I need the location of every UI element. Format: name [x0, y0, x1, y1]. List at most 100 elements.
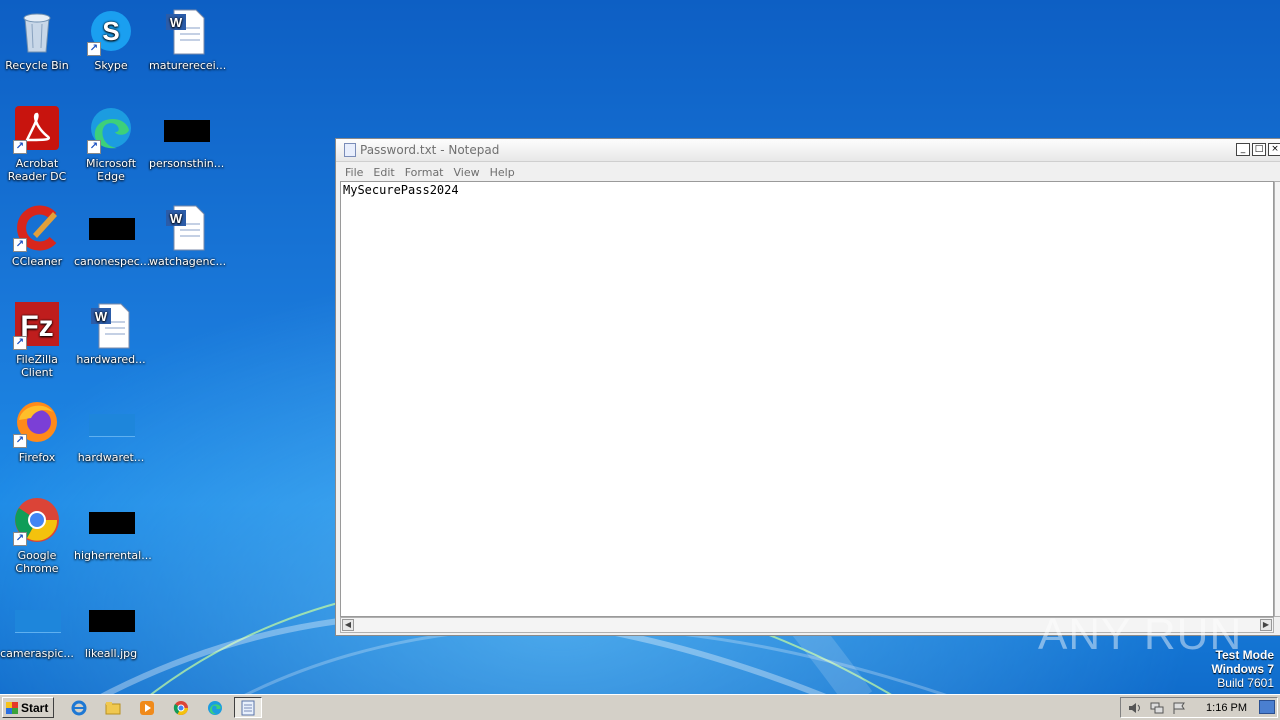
desktop-icon-label: watchagenc...: [149, 255, 227, 268]
desktop-icon-filezilla[interactable]: Fz ↗ FileZilla Client: [0, 302, 74, 379]
desktop-icon-edge[interactable]: ↗ Microsoft Edge: [74, 106, 148, 183]
start-button[interactable]: Start: [2, 697, 54, 718]
menu-format[interactable]: Format: [400, 166, 449, 179]
shortcut-arrow-icon: ↗: [13, 336, 27, 350]
volume-icon[interactable]: [1127, 701, 1143, 715]
maximize-button[interactable]: □: [1252, 143, 1266, 156]
network-icon[interactable]: [1149, 701, 1165, 715]
notepad-window[interactable]: Password.txt - Notepad _ □ × File Edit F…: [335, 138, 1280, 636]
scroll-left-arrow-icon[interactable]: ◀: [342, 619, 354, 631]
desktop-icon-cameraspic[interactable]: cameraspic...: [0, 596, 74, 660]
desktop-icon-higherrental[interactable]: higherrental...: [74, 498, 152, 562]
desktop-icon-label: Firefox: [18, 451, 56, 464]
clock[interactable]: 1:16 PM: [1206, 702, 1247, 714]
taskbar-chrome[interactable]: [170, 697, 192, 718]
desktop-icon-label: canonespec...: [74, 255, 151, 268]
windows-version-line: Windows 7: [1211, 662, 1274, 676]
test-mode-notice: Test Mode Windows 7 Build 7601: [1211, 648, 1274, 690]
windows-logo-icon: [6, 701, 18, 714]
taskbar-media-player[interactable]: [136, 697, 158, 718]
text-editor-area[interactable]: MySecurePass2024: [340, 181, 1274, 617]
desktop-icon-label: CCleaner: [11, 255, 63, 268]
menu-file[interactable]: File: [340, 166, 368, 179]
desktop-icon-firefox[interactable]: ↗ Firefox: [0, 400, 74, 464]
folder-icon: [105, 701, 121, 714]
desktop-icon-ccleaner[interactable]: ↗ CCleaner: [0, 204, 74, 268]
desktop-icon-label: cameraspic...: [0, 647, 74, 660]
internet-explorer-icon: [71, 700, 87, 715]
scroll-right-arrow-icon[interactable]: ▶: [1260, 619, 1272, 631]
svg-text:S: S: [102, 16, 119, 46]
desktop-icon-label: FileZilla Client: [16, 353, 58, 379]
word-document-icon: W: [87, 302, 135, 350]
image-thumbnail-icon: [13, 596, 61, 644]
system-tray: 1:16 PM: [1120, 697, 1278, 718]
desktop-icon-chrome[interactable]: ↗ Google Chrome: [0, 498, 74, 575]
shortcut-arrow-icon: ↗: [87, 140, 101, 154]
desktop-icon-label: Acrobat Reader DC: [7, 157, 67, 183]
menu-edit[interactable]: Edit: [368, 166, 399, 179]
desktop-icon-label: Google Chrome: [15, 549, 59, 575]
desktop-icon-label: Skype: [94, 59, 128, 72]
shortcut-arrow-icon: ↗: [13, 434, 27, 448]
image-thumbnail-icon: [87, 400, 135, 448]
taskbar-file-explorer[interactable]: [102, 697, 124, 718]
desktop-icon-maturerecei[interactable]: W maturerecei...: [149, 8, 226, 72]
desktop-icon-label: hardwaret...: [77, 451, 145, 464]
minimize-button[interactable]: _: [1236, 143, 1250, 156]
menu-view[interactable]: View: [449, 166, 485, 179]
google-chrome-icon: [173, 700, 188, 715]
image-thumbnail-icon: [87, 596, 135, 644]
vertical-scrollbar[interactable]: [1274, 181, 1280, 617]
taskbar-internet-explorer[interactable]: [68, 697, 90, 718]
desktop-icon-recycle-bin[interactable]: Recycle Bin: [0, 8, 74, 72]
notepad-icon: [241, 700, 255, 715]
microsoft-edge-icon: [208, 700, 222, 715]
filezilla-icon: Fz ↗: [13, 302, 61, 350]
shortcut-arrow-icon: ↗: [13, 140, 27, 154]
image-thumbnail-icon: [87, 498, 135, 546]
test-mode-line: Test Mode: [1215, 648, 1274, 662]
close-button[interactable]: ×: [1268, 143, 1280, 156]
word-document-icon: W: [162, 204, 210, 252]
ccleaner-icon: ↗: [13, 204, 61, 252]
shortcut-arrow-icon: ↗: [87, 42, 101, 56]
desktop-icon-canonespec[interactable]: canonespec...: [74, 204, 151, 268]
desktop-icon-personsthin[interactable]: personsthin...: [149, 106, 225, 170]
microsoft-edge-icon: ↗: [87, 106, 135, 154]
media-player-icon: [140, 700, 154, 715]
notepad-title-bar[interactable]: Password.txt - Notepad _ □ ×: [336, 139, 1280, 162]
desktop-icon-hardwared[interactable]: W hardwared...: [74, 302, 148, 366]
word-document-icon: W: [162, 8, 210, 56]
desktop-icon-acrobat[interactable]: ↗ Acrobat Reader DC: [0, 106, 74, 183]
menu-help[interactable]: Help: [485, 166, 520, 179]
desktop-icon-label: personsthin...: [149, 157, 225, 170]
desktop-icon-label: higherrental...: [74, 549, 152, 562]
taskbar: Start 1:16 PM: [0, 694, 1280, 720]
show-desktop-icon[interactable]: [1259, 700, 1275, 714]
window-title: Password.txt - Notepad: [360, 143, 500, 157]
editor-content: MySecurePass2024: [343, 183, 459, 197]
svg-text:W: W: [170, 211, 183, 226]
notepad-icon: [344, 143, 356, 157]
taskbar-notepad[interactable]: [234, 697, 262, 718]
build-line: Build 7601: [1217, 676, 1274, 690]
desktop-icon-label: likeall.jpg: [84, 647, 138, 660]
taskbar-edge[interactable]: [204, 697, 226, 718]
recycle-bin-icon: [13, 8, 61, 56]
shortcut-arrow-icon: ↗: [13, 532, 27, 546]
desktop-icon-likeall[interactable]: likeall.jpg: [74, 596, 148, 660]
acrobat-reader-icon: ↗: [13, 106, 61, 154]
image-thumbnail-icon: [87, 204, 135, 252]
svg-text:W: W: [95, 309, 108, 324]
skype-icon: S ↗: [87, 8, 135, 56]
google-chrome-icon: ↗: [13, 498, 61, 546]
desktop-icon-watchagenc[interactable]: W watchagenc...: [149, 204, 227, 268]
start-label: Start: [21, 700, 49, 715]
svg-text:W: W: [170, 15, 183, 30]
action-center-flag-icon[interactable]: [1171, 701, 1187, 715]
desktop-icon-skype[interactable]: S ↗ Skype: [74, 8, 148, 72]
desktop-icon-hardwaret[interactable]: hardwaret...: [74, 400, 148, 464]
image-thumbnail-icon: [162, 106, 210, 154]
shortcut-arrow-icon: ↗: [13, 238, 27, 252]
